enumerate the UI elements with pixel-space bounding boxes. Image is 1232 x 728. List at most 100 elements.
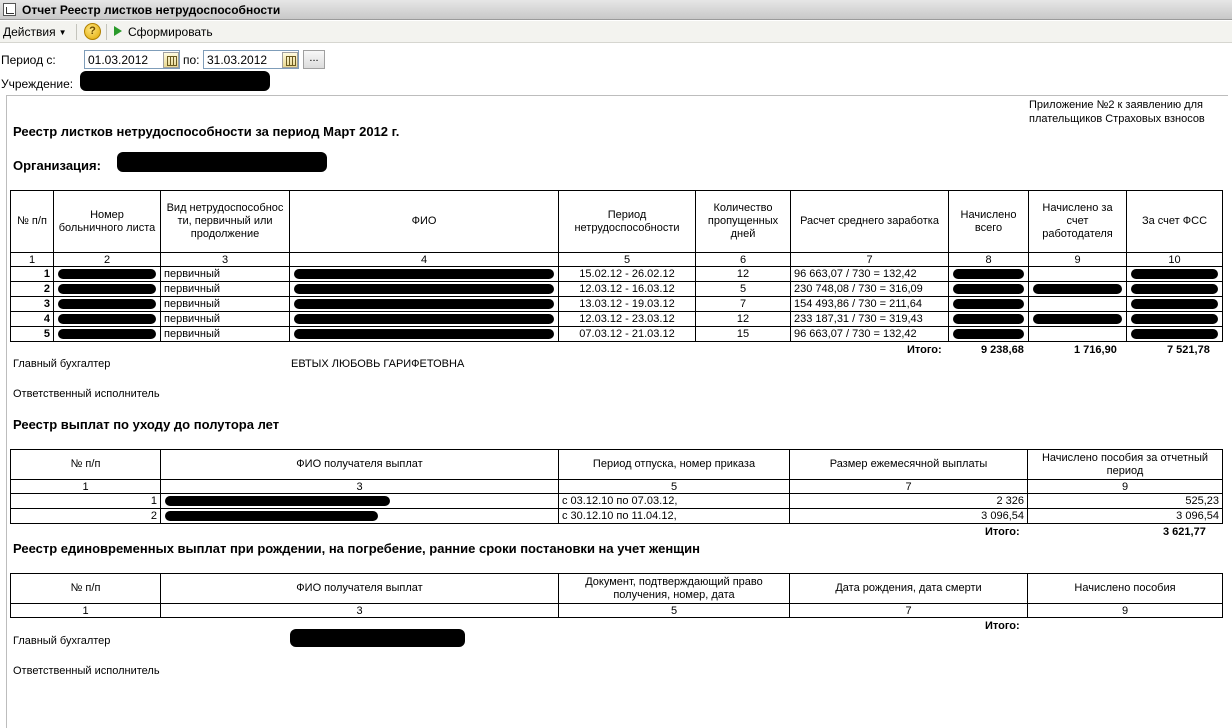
accrued-benefit: 525,23 [1027, 493, 1223, 509]
period-select-button[interactable]: ... [303, 50, 325, 69]
leave-type: первичный [160, 311, 290, 327]
lump-sum-title: Реестр единовременных выплат при рождени… [13, 541, 700, 556]
redacted-amount [1028, 311, 1127, 327]
redacted-full-name [289, 296, 559, 312]
missed-days: 5 [695, 281, 791, 297]
leave-type: первичный [160, 281, 290, 297]
play-icon[interactable] [114, 26, 122, 36]
total-fss: 7 521,78 [1167, 344, 1210, 356]
redacted-amount [948, 266, 1029, 282]
redacted-amount [948, 296, 1029, 312]
header-cell: № п/п [10, 449, 161, 480]
column-number: 7 [789, 603, 1028, 618]
header-cell: Начислено пособия [1027, 573, 1223, 604]
header-cell: № п/п [10, 190, 54, 253]
care-payments-title: Реестр выплат по уходу до полутора лет [13, 417, 280, 432]
missed-days: 15 [695, 326, 791, 342]
redacted-sheet-number [53, 326, 161, 342]
column-number: 4 [289, 252, 559, 267]
header-cell: Количество пропущенных дней [695, 190, 791, 253]
header-cell: Вид нетрудоспособнос ти, первичный или п… [160, 190, 290, 253]
footer-executor-label: Ответственный исполнитель [13, 665, 160, 677]
table-header-row: № п/п ФИО получателя выплат Документ, по… [10, 573, 1223, 604]
avg-earnings-calc: 154 493,86 / 730 = 211,64 [790, 296, 949, 312]
header-cell: Номер больничного листа [53, 190, 161, 253]
table-row: 4 первичный 12.03.12 - 23.03.12 12 233 1… [10, 311, 1223, 327]
column-number: 1 [10, 479, 161, 494]
toolbar-divider [106, 24, 107, 40]
monthly-payment: 3 096,54 [789, 508, 1028, 524]
redacted-amount [1126, 266, 1223, 282]
actions-menu-label: Действия [3, 25, 56, 39]
column-number-row: 1 3 5 7 9 [10, 479, 1223, 494]
report-sheet: Приложение №2 к заявлению для плательщик… [6, 95, 1228, 728]
toolbar-divider [76, 24, 77, 40]
redacted-sheet-number [53, 311, 161, 327]
total-label: Итого: [985, 526, 1020, 538]
table-header-row: № п/п Номер больничного листа Вид нетруд… [10, 190, 1223, 253]
chief-accountant-name: ЕВТЫХ ЛЮБОВЬ ГАРИФЕТОВНА [291, 358, 465, 370]
missed-days: 7 [695, 296, 791, 312]
column-number: 6 [695, 252, 791, 267]
redacted-full-name [289, 326, 559, 342]
sick-leave-table: № п/п Номер больничного листа Вид нетруд… [10, 190, 1223, 342]
help-icon[interactable]: ? [84, 23, 101, 40]
leave-period: 13.03.12 - 19.03.12 [558, 296, 696, 312]
calendar-icon[interactable] [282, 52, 298, 68]
header-cell: Период отпуска, номер приказа [558, 449, 790, 480]
institution-label: Учреждение: [1, 77, 74, 91]
leave-type: первичный [160, 266, 290, 282]
column-number: 1 [10, 252, 54, 267]
redacted-amount [948, 311, 1029, 327]
header-cell: ФИО [289, 190, 559, 253]
header-cell: ФИО получателя выплат [160, 573, 559, 604]
missed-days: 12 [695, 266, 791, 282]
row-number: 4 [10, 311, 54, 327]
row-number: 3 [10, 296, 54, 312]
leave-type: первичный [160, 296, 290, 312]
header-cell: Начислено за счет работодателя [1028, 190, 1127, 253]
table-row: 3 первичный 13.03.12 - 19.03.12 7 154 49… [10, 296, 1223, 312]
redacted-recipient-name [160, 493, 559, 509]
avg-earnings-calc: 96 663,07 / 730 = 132,42 [790, 326, 949, 342]
redacted-full-name [289, 266, 559, 282]
column-number: 7 [789, 479, 1028, 494]
header-cell: За счет ФСС [1126, 190, 1223, 253]
avg-earnings-calc: 230 748,08 / 730 = 316,09 [790, 281, 949, 297]
column-number: 3 [160, 479, 559, 494]
redacted-full-name [289, 311, 559, 327]
lump-sum-table: № п/п ФИО получателя выплат Документ, по… [10, 573, 1223, 618]
total-label: Итого: [985, 620, 1020, 632]
column-number: 9 [1027, 603, 1223, 618]
calendar-icon[interactable] [163, 52, 179, 68]
redacted-amount [1126, 311, 1223, 327]
column-number: 9 [1028, 252, 1127, 267]
column-number: 1 [10, 603, 161, 618]
redacted-full-name [289, 281, 559, 297]
header-cell: Дата рождения, дата смерти [789, 573, 1028, 604]
column-number-row: 1 3 5 7 9 [10, 603, 1223, 618]
column-number: 3 [160, 603, 559, 618]
care-payments-table: № п/п ФИО получателя выплат Период отпус… [10, 449, 1223, 524]
chief-accountant-label: Главный бухгалтер [13, 358, 111, 370]
redacted-amount [948, 281, 1029, 297]
leave-type: первичный [160, 326, 290, 342]
row-number: 2 [10, 281, 54, 297]
window-titlebar: Отчет Реестр листков нетрудоспособности [0, 0, 1232, 20]
column-number: 10 [1126, 252, 1223, 267]
row-number: 1 [10, 493, 161, 509]
report-title: Реестр листков нетрудоспособности за пер… [13, 124, 400, 139]
employer-amount [1028, 326, 1127, 342]
header-cell: Начислено пособия за отчетный период [1027, 449, 1223, 480]
table-header-row: № п/п ФИО получателя выплат Период отпус… [10, 449, 1223, 480]
window-title: Отчет Реестр листков нетрудоспособности [22, 3, 281, 17]
column-number: 8 [948, 252, 1029, 267]
column-number: 7 [790, 252, 949, 267]
actions-menu-button[interactable]: Действия ▼ [3, 25, 67, 39]
leave-period: 15.02.12 - 26.02.12 [558, 266, 696, 282]
leave-period: 07.03.12 - 21.03.12 [558, 326, 696, 342]
row-number: 2 [10, 508, 161, 524]
redacted-amount [1028, 281, 1127, 297]
report-app-icon [3, 3, 16, 16]
generate-button[interactable]: Сформировать [128, 25, 213, 39]
